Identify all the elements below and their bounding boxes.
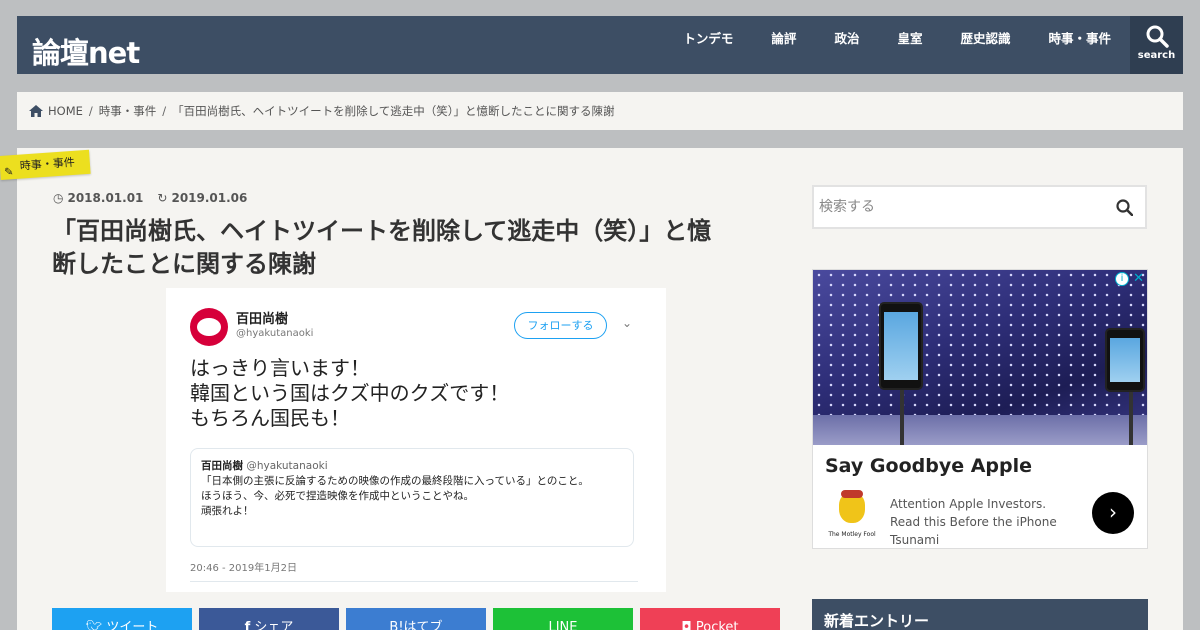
post-dates: ◷ 2018.01.01 ↻ 2019.01.06 <box>53 191 247 205</box>
twitter-icon: 🐦︎ <box>85 620 103 630</box>
tweet-image: 百田尚樹 @hyakutanaoki フォローする ⌄ はっきり言います！ 韓国… <box>166 288 666 592</box>
pocket-icon: ◘ <box>681 620 692 630</box>
breadcrumb-category[interactable]: 時事・事件 <box>99 92 157 130</box>
header-search-button[interactable]: search <box>1130 16 1183 74</box>
nav-item-tondemo[interactable]: トンデモ <box>664 16 752 74</box>
share-facebook-button[interactable]: f シェア <box>199 608 339 630</box>
site-logo[interactable]: 論壇net <box>32 30 140 72</box>
ad-info-icon[interactable]: i <box>1115 272 1129 286</box>
new-entries-heading: 新着エントリー <box>812 599 1148 630</box>
quoted-author-name: 百田尚樹 <box>201 460 243 472</box>
share-line-button[interactable]: LINE <box>493 608 633 630</box>
avatar <box>190 308 228 346</box>
quoted-line: 頑張れよ！ <box>201 505 254 517</box>
pin-icon: ✎ <box>3 165 14 179</box>
quoted-line: ほうほう、今、必死で捏造映像を作成中ということやね。 <box>201 490 474 502</box>
tweet-timestamp: 20:46 - 2019年1月2日 <box>190 563 297 574</box>
divider <box>190 581 638 582</box>
published-date: ◷ 2018.01.01 <box>53 191 144 205</box>
nav-item-ronpyo[interactable]: 論評 <box>752 16 815 74</box>
category-tag-label: 時事・事件 <box>19 155 76 173</box>
quoted-line: 「日本側の主張に反論するための映像の作成の最終段階に入っている」とのこと。 <box>201 475 589 487</box>
tweet-author-handle: @hyakutanaoki <box>236 328 314 339</box>
clock-icon: ◷ <box>53 191 64 205</box>
share-twitter-button[interactable]: 🐦︎ ツイート <box>52 608 192 630</box>
search-input[interactable]: 検索する <box>819 187 875 227</box>
chevron-right-icon[interactable]: › <box>1092 492 1134 534</box>
breadcrumb-current: 「百田尚樹氏、ヘイトツイートを削除して逃走中（笑）」と憶断したことに関する陳謝 <box>172 104 615 118</box>
share-hatena-button[interactable]: B!はてブ <box>346 608 486 630</box>
ad-title[interactable]: Say Goodbye Apple <box>825 455 1032 477</box>
ad-image <box>813 270 1147 445</box>
search-label: search <box>1137 50 1176 61</box>
ad-banner[interactable]: i ✕ Say Goodbye Apple The Motley Fool At… <box>812 269 1148 549</box>
ad-description: Attention Apple Investors. Read this Bef… <box>890 497 1057 547</box>
nav-item-koshitsu[interactable]: 皇室 <box>878 16 941 74</box>
breadcrumb-separator: / <box>162 104 167 118</box>
share-pocket-button[interactable]: ◘ Pocket <box>640 608 780 630</box>
motley-fool-logo: The Motley Fool <box>827 490 877 538</box>
home-icon <box>29 105 43 117</box>
tweet-author-name: 百田尚樹 <box>236 312 289 327</box>
search-icon[interactable] <box>1116 199 1133 216</box>
quoted-tweet: 百田尚樹 @hyakutanaoki 「日本側の主張に反論するための映像の作成の… <box>190 448 634 547</box>
update-icon: ↻ <box>157 191 168 205</box>
follow-button[interactable]: フォローする <box>514 312 607 339</box>
article-title: 「百田尚樹氏、ヘイトツイートを削除して逃走中（笑）」と憶 断したことに関する陳謝 <box>52 217 712 278</box>
chevron-down-icon[interactable]: ⌄ <box>622 316 632 330</box>
breadcrumb: HOME / 時事・事件 / 「百田尚樹氏、ヘイトツイートを削除して逃走中（笑）… <box>29 92 615 130</box>
search-icon <box>1146 25 1169 48</box>
sidebar-search[interactable]: 検索する <box>812 185 1147 229</box>
nav-item-seiji[interactable]: 政治 <box>815 16 878 74</box>
breadcrumb-bar: HOME / 時事・事件 / 「百田尚樹氏、ヘイトツイートを削除して逃走中（笑）… <box>17 92 1183 130</box>
nav-item-jiji[interactable]: 時事・事件 <box>1029 16 1130 74</box>
tweet-body: はっきり言います！ 韓国という国はクズ中のクズです！ もちろん国民も！ <box>190 356 510 430</box>
site-header: 論壇net トンデモ 論評 政治 皇室 歴史認識 時事・事件 search <box>17 16 1183 74</box>
nav-item-rekishi[interactable]: 歴史認識 <box>941 16 1029 74</box>
quoted-author-handle: @hyakutanaoki <box>246 460 328 472</box>
breadcrumb-separator: / <box>88 104 93 118</box>
updated-date: ↻ 2019.01.06 <box>157 191 248 205</box>
facebook-icon: f <box>244 620 251 630</box>
breadcrumb-home[interactable]: HOME <box>48 92 83 130</box>
main-nav: トンデモ 論評 政治 皇室 歴史認識 時事・事件 <box>664 16 1130 74</box>
close-icon[interactable]: ✕ <box>1133 271 1144 286</box>
